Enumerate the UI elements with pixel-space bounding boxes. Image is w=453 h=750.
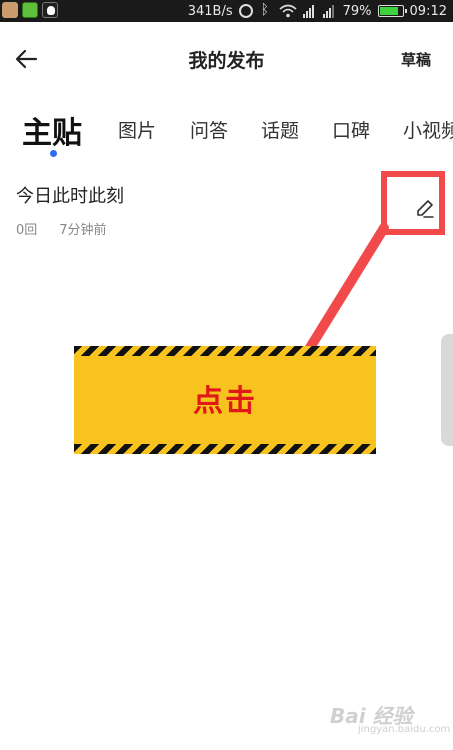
bluetooth-icon <box>259 2 273 18</box>
banner-label: 点击 <box>193 384 257 419</box>
status-bar: 341B/s 79% 09:12 <box>0 0 453 22</box>
network-speed: 341B/s <box>187 3 233 19</box>
battery-icon <box>377 5 407 17</box>
side-drag-handle[interactable] <box>441 334 453 446</box>
active-tab-indicator <box>50 150 57 157</box>
tab-bar: 主贴 图片 问答 话题 口碑 小视频 <box>0 108 453 158</box>
signal-icon <box>302 4 317 18</box>
post-meta: 0回 7分钟前 <box>16 219 107 238</box>
wifi-icon <box>279 4 297 18</box>
post-title[interactable]: 今日此时此刻 <box>16 182 124 208</box>
tab-short-videos[interactable]: 小视频 <box>403 116 453 143</box>
tab-qa[interactable]: 问答 <box>190 116 228 143</box>
tab-main-posts[interactable]: 主贴 <box>22 108 82 152</box>
alarm-icon <box>238 4 253 18</box>
post-time: 7分钟前 <box>59 223 107 238</box>
drafts-button[interactable]: 草稿 <box>401 49 431 70</box>
annotation-banner: 点击 <box>74 346 376 454</box>
app-notification-icon <box>2 2 18 18</box>
tab-topics[interactable]: 话题 <box>261 116 299 143</box>
tab-images[interactable]: 图片 <box>118 116 156 143</box>
app-notification-icon <box>22 2 38 18</box>
notification-icons <box>2 2 58 18</box>
battery-percent: 79% <box>342 3 372 19</box>
signal-icon <box>322 4 337 18</box>
page-title: 我的发布 <box>188 50 265 72</box>
hazard-stripe <box>74 346 376 356</box>
highlight-box <box>381 171 445 235</box>
hazard-stripe <box>74 444 376 454</box>
tab-reviews[interactable]: 口碑 <box>332 116 370 143</box>
watermark-sub: jingyan.baidu.com <box>358 724 451 735</box>
reply-count: 0回 <box>16 223 38 238</box>
clock: 09:12 <box>409 3 447 19</box>
qq-icon <box>42 2 58 18</box>
